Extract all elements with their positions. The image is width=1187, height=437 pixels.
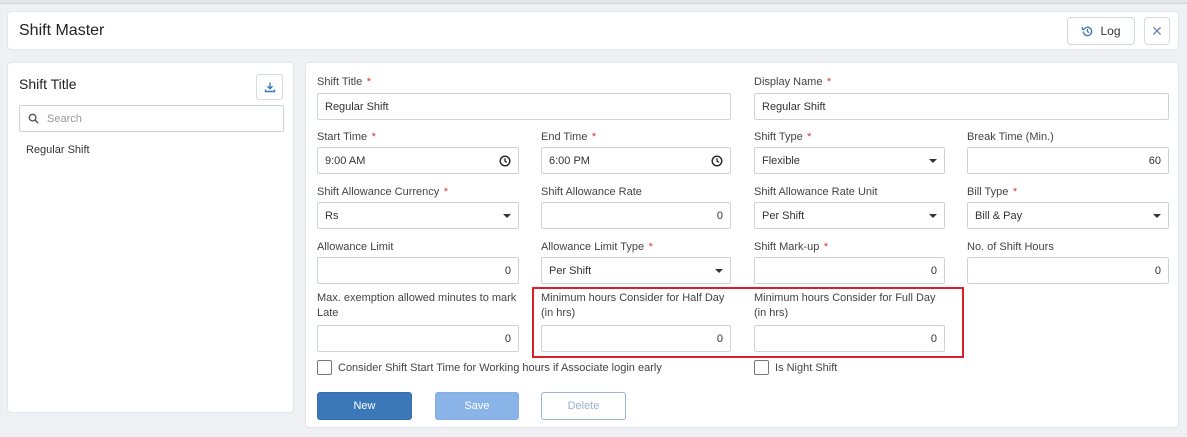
allowance-rate-unit-label: Shift Allowance Rate Unit <box>754 186 878 198</box>
shift-list-title: Shift Title <box>19 76 77 92</box>
search-icon <box>28 113 39 124</box>
checkbox-box[interactable] <box>317 360 332 375</box>
page-header: Shift Master Log ✕ <box>7 11 1179 50</box>
allowance-currency-select[interactable]: Rs <box>317 202 519 229</box>
shift-form-panel: Shift Title * Regular Shift Display Name… <box>305 62 1179 428</box>
chevron-down-icon <box>1153 213 1161 218</box>
shift-list-panel: Shift Title Regular Shift <box>7 62 294 413</box>
break-time-input[interactable]: 60 <box>967 147 1169 174</box>
top-border <box>0 0 1187 4</box>
display-name-label: Display Name * <box>754 76 832 88</box>
log-label: Log <box>1100 24 1121 38</box>
chevron-down-icon <box>715 268 723 273</box>
min-full-day-input[interactable]: 0 <box>754 325 945 352</box>
close-button[interactable]: ✕ <box>1144 17 1170 45</box>
shift-hours-input[interactable]: 0 <box>967 257 1169 284</box>
history-icon <box>1082 26 1093 36</box>
allowance-limit-input[interactable]: 0 <box>317 257 519 284</box>
download-icon <box>264 82 275 93</box>
clock-icon[interactable] <box>711 154 723 167</box>
list-item[interactable]: Regular Shift <box>26 144 90 156</box>
max-exemption-input[interactable]: 0 <box>317 325 519 352</box>
shift-type-label: Shift Type * <box>754 131 812 143</box>
night-shift-checkbox[interactable]: Is Night Shift <box>754 360 837 375</box>
shift-hours-label: No. of Shift Hours <box>967 241 1054 253</box>
delete-button[interactable]: Delete <box>541 392 626 420</box>
save-button[interactable]: Save <box>435 392 519 420</box>
night-shift-label: Is Night Shift <box>775 361 838 374</box>
clock-icon[interactable] <box>499 154 511 167</box>
allowance-limit-type-label: Allowance Limit Type * <box>541 241 653 253</box>
chevron-down-icon <box>503 213 511 218</box>
allowance-limit-type-select[interactable]: Per Shift <box>541 257 731 284</box>
search-input[interactable] <box>47 112 267 125</box>
display-name-input[interactable]: Regular Shift <box>754 93 1169 120</box>
shift-type-select[interactable]: Flexible <box>754 147 945 174</box>
allowance-rate-unit-select[interactable]: Per Shift <box>754 202 945 229</box>
page-title: Shift Master <box>19 22 105 39</box>
min-half-day-input[interactable]: 0 <box>541 325 731 352</box>
bill-type-label: Bill Type * <box>967 186 1018 198</box>
new-button[interactable]: New <box>317 392 412 420</box>
allowance-limit-label: Allowance Limit <box>317 241 394 253</box>
shift-markup-label: Shift Mark-up * <box>754 241 829 253</box>
allowance-rate-label: Shift Allowance Rate <box>541 186 642 198</box>
shift-markup-input[interactable]: 0 <box>754 257 945 284</box>
chevron-down-icon <box>929 158 937 163</box>
shift-title-input[interactable]: Regular Shift <box>317 93 731 120</box>
min-half-day-label: Minimum hours Consider for Half Day (in … <box>541 292 725 319</box>
allowance-currency-label: Shift Allowance Currency * <box>317 186 449 198</box>
close-icon: ✕ <box>1151 22 1163 39</box>
end-time-label: End Time * <box>541 131 597 143</box>
break-time-label: Break Time (Min.) <box>967 131 1054 143</box>
end-time-input[interactable]: 6:00 PM <box>541 147 731 174</box>
log-button[interactable]: Log <box>1067 17 1135 45</box>
min-full-day-label: Minimum hours Consider for Full Day (in … <box>754 292 936 319</box>
allowance-rate-input[interactable]: 0 <box>541 202 731 229</box>
download-button[interactable] <box>256 74 283 100</box>
bill-type-select[interactable]: Bill & Pay <box>967 202 1169 229</box>
chevron-down-icon <box>929 213 937 218</box>
consider-start-time-checkbox[interactable]: Consider Shift Start Time for Working ho… <box>317 360 662 375</box>
consider-start-time-label: Consider Shift Start Time for Working ho… <box>338 361 662 374</box>
checkbox-box[interactable] <box>754 360 769 375</box>
search-box[interactable] <box>19 105 284 132</box>
start-time-input[interactable]: 9:00 AM <box>317 147 519 174</box>
max-exemption-label: Max. exemption allowed minutes to mark L… <box>317 292 517 319</box>
start-time-label: Start Time * <box>317 131 376 143</box>
shift-title-label: Shift Title * <box>317 76 371 88</box>
